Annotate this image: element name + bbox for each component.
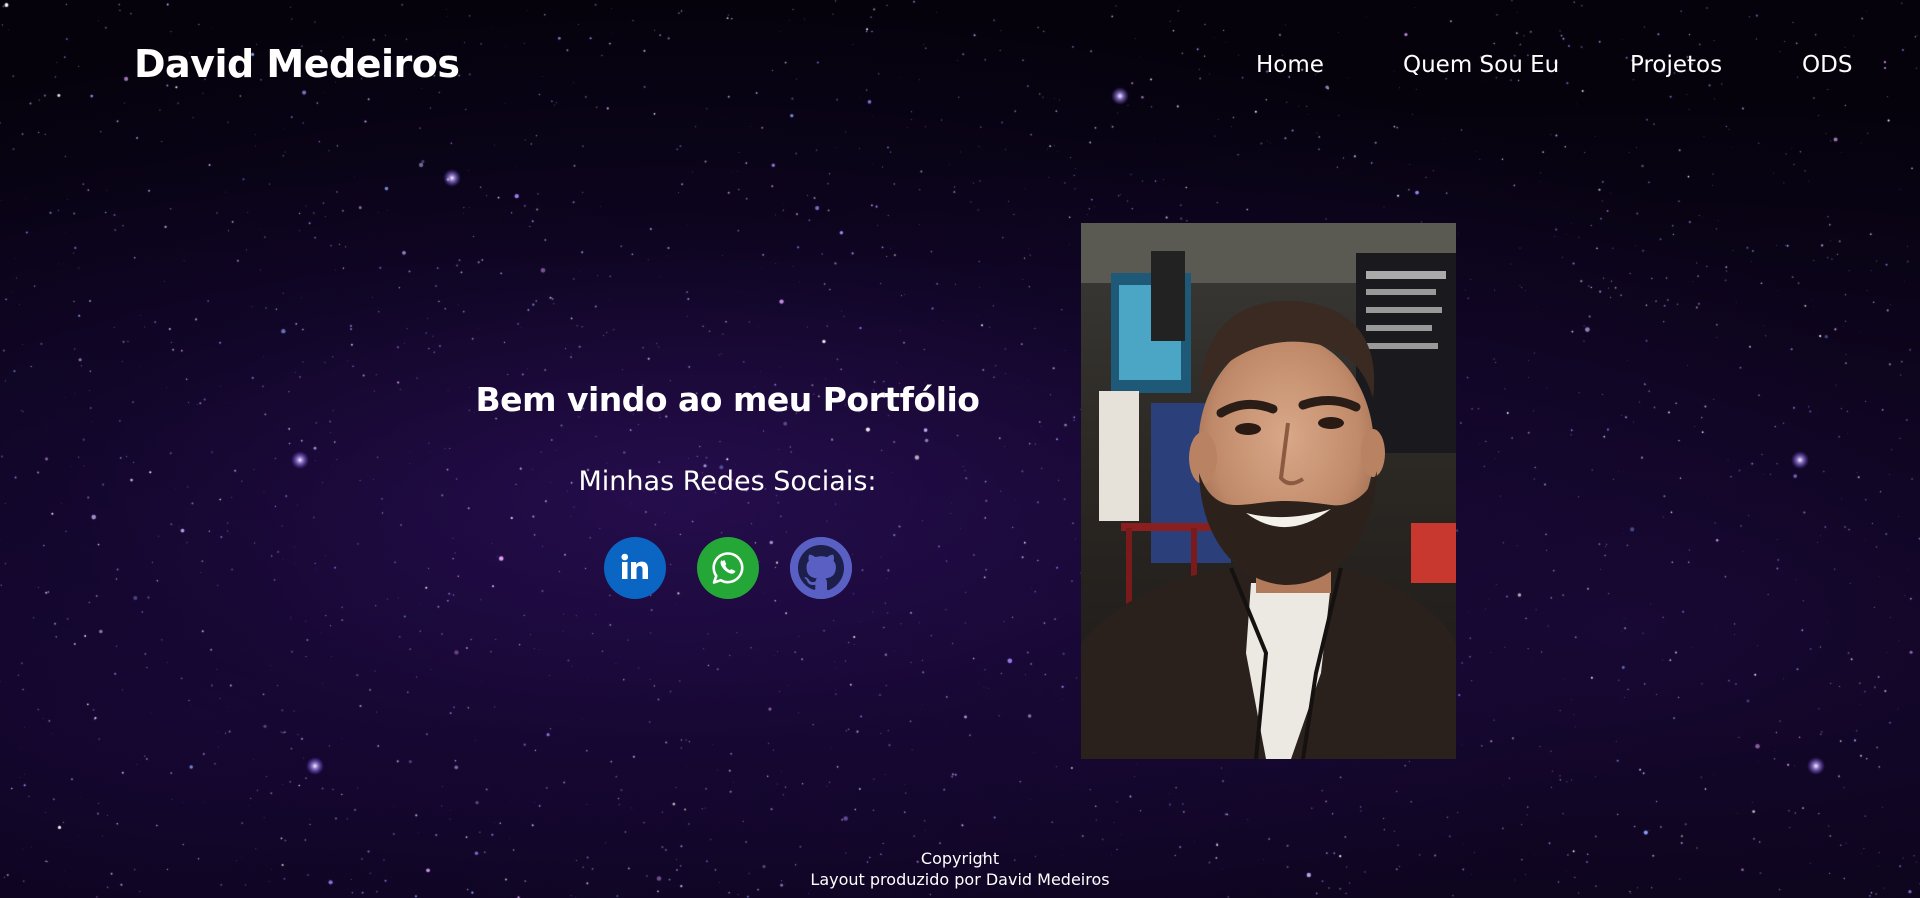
site-header: David Medeiros Home Quem Sou Eu Projetos… bbox=[0, 0, 1920, 134]
github-link[interactable] bbox=[789, 537, 852, 599]
nav-link-about[interactable]: Quem Sou Eu bbox=[1403, 52, 1559, 78]
whatsapp-icon bbox=[711, 552, 743, 584]
whatsapp-link[interactable] bbox=[696, 537, 759, 599]
hero-section: Bem vindo ao meu Portfólio Minhas Redes … bbox=[440, 370, 1015, 599]
nav-link-projects[interactable]: Projetos bbox=[1630, 52, 1722, 78]
footer-credit: Layout produzido por David Medeiros bbox=[810, 870, 1110, 889]
linkedin-icon bbox=[620, 553, 648, 579]
hero-title: Bem vindo ao meu Portfólio bbox=[475, 380, 980, 419]
social-label: Minhas Redes Sociais: bbox=[578, 466, 877, 497]
copyright-text: Copyright bbox=[920, 849, 1000, 868]
nav-link-home[interactable]: Home bbox=[1256, 52, 1324, 78]
site-brand[interactable]: David Medeiros bbox=[134, 42, 460, 86]
github-icon bbox=[789, 537, 852, 599]
linkedin-link[interactable] bbox=[603, 537, 666, 599]
profile-photo-image bbox=[1081, 223, 1456, 759]
social-links bbox=[440, 537, 1015, 599]
site-footer: Copyright Layout produzido por David Med… bbox=[0, 848, 1920, 890]
nav-link-ods[interactable]: ODS bbox=[1802, 52, 1852, 78]
profile-photo bbox=[1081, 223, 1456, 759]
